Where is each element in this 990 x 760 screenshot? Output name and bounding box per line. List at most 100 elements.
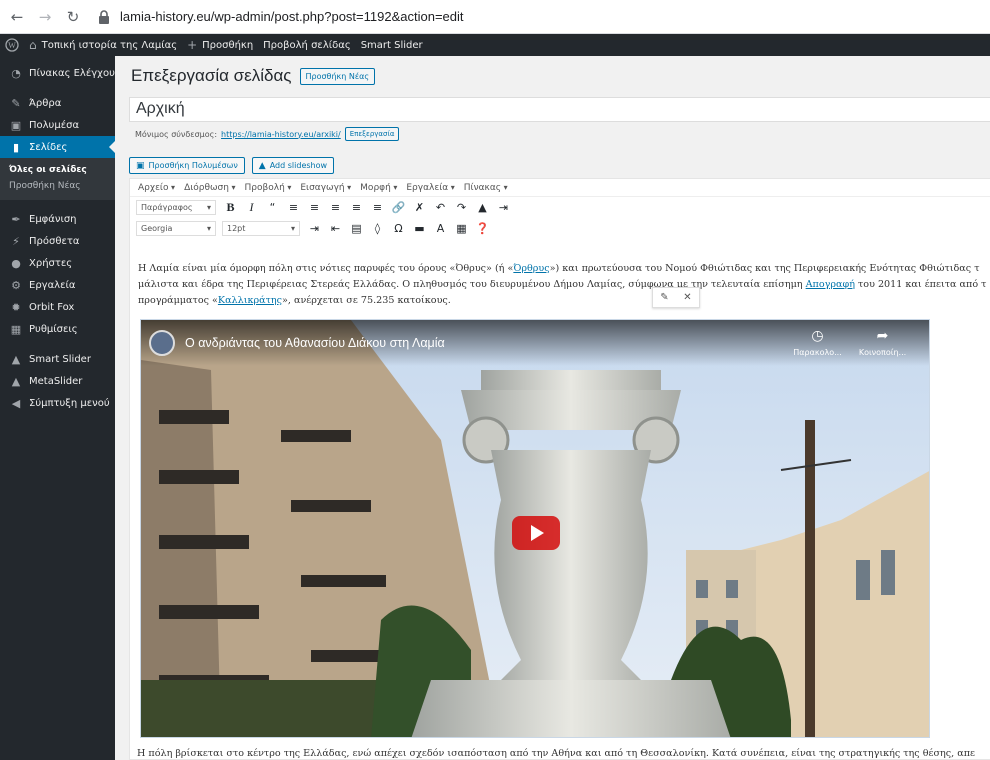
italic-button[interactable]: I	[243, 199, 260, 216]
special-character-icon[interactable]: Ω	[390, 220, 407, 237]
sidebar-item-dashboard[interactable]: ◔ Πίνακας Ελέγχου	[0, 62, 115, 84]
text-color-icon[interactable]: A	[432, 220, 449, 237]
help-icon[interactable]: ❓	[474, 220, 491, 237]
editor-content[interactable]: Η Λαμία είναι μία όμορφη πόλη στις νότιε…	[138, 261, 990, 309]
sidebar-item-users[interactable]: ● Χρήστες	[0, 252, 115, 274]
back-arrow-icon[interactable]: ←	[6, 6, 28, 28]
sidebar-item-media[interactable]: ▣ Πολυμέσα	[0, 114, 115, 136]
sidebar-item-label: Εμφάνιση	[29, 213, 77, 225]
paste-text-icon[interactable]: ▤	[348, 220, 365, 237]
insert-more-icon[interactable]: ⇥	[495, 199, 512, 216]
address-bar[interactable]: lamia-history.eu/wp-admin/post.php?post=…	[98, 4, 464, 30]
permalink-link[interactable]: https://lamia-history.eu/arxiki/	[221, 130, 341, 139]
menu-edit[interactable]: Διόρθωση	[184, 183, 235, 193]
link-kallikratis[interactable]: Καλλικράτης	[218, 295, 282, 306]
add-slideshow-button[interactable]: ▲ Add slideshow	[251, 157, 335, 174]
education-icon[interactable]: ▲	[474, 199, 491, 216]
fox-icon: ✹	[11, 300, 21, 314]
sidebar-item-smart-slider[interactable]: ▲ Smart Slider	[0, 348, 115, 370]
wp-logo-icon[interactable]: W	[0, 34, 24, 56]
page-title: Επεξεργασία σελίδας	[131, 66, 292, 85]
link-orthrys[interactable]: Όρθρυς	[513, 263, 549, 274]
chevron-down-icon: ▾	[290, 224, 295, 233]
add-media-label: Προσθήκη Πολυμέσων	[148, 161, 238, 170]
sidebar-item-plugins[interactable]: ⚡ Πρόσθετα	[0, 230, 115, 252]
site-name-link[interactable]: ⌂ Τοπική ιστορία της Λαμίας	[24, 34, 182, 56]
font-family-value: Georgia	[141, 224, 173, 233]
blockquote-icon[interactable]: “	[264, 199, 281, 216]
play-button[interactable]	[512, 516, 560, 550]
view-page-link[interactable]: Προβολή σελίδας	[258, 34, 356, 56]
align-left-icon[interactable]: ≡	[327, 199, 344, 216]
text-span: », ανέρχεται σε 75.235 κατοίκους.	[282, 295, 451, 306]
sidebar-item-label: Χρήστες	[29, 257, 73, 269]
add-media-button[interactable]: ▣ Προσθήκη Πολυμέσων	[129, 157, 245, 174]
sidebar-item-label: Εργαλεία	[29, 279, 76, 291]
watch-later-button[interactable]: ◷ Παρακολο...	[790, 328, 845, 357]
post-title-input[interactable]: Αρχική	[129, 97, 990, 122]
reload-icon[interactable]: ↻	[62, 6, 84, 28]
unlink-icon[interactable]: ✗	[411, 199, 428, 216]
outdent-icon[interactable]: ⇤	[327, 220, 344, 237]
submenu-all-pages[interactable]: Όλες οι σελίδες	[0, 162, 115, 178]
smart-slider-link[interactable]: Smart Slider	[356, 34, 428, 56]
menu-table[interactable]: Πίνακας	[464, 183, 508, 193]
embed-inline-toolbar: ✎ ✕	[652, 287, 700, 308]
channel-logo[interactable]	[149, 330, 175, 356]
sidebar-item-posts[interactable]: ✎ Άρθρα	[0, 92, 115, 114]
new-content-link[interactable]: + Προσθήκη	[182, 34, 258, 56]
format-select-value: Παράγραφος	[141, 203, 193, 212]
sidebar-collapse-menu[interactable]: ◀ Σύμπτυξη μενού	[0, 392, 115, 414]
indent-icon[interactable]: ⇥	[306, 220, 323, 237]
link-icon[interactable]: 🔗	[390, 199, 407, 216]
horizontal-line-icon[interactable]: ▬	[411, 220, 428, 237]
forward-arrow-icon[interactable]: →	[34, 6, 56, 28]
submenu-add-new[interactable]: Προσθήκη Νέας	[0, 178, 115, 194]
share-button[interactable]: ➦ Κοινοποίη...	[855, 328, 910, 357]
clear-formatting-icon[interactable]: ◊	[369, 220, 386, 237]
menu-insert[interactable]: Εισαγωγή	[300, 183, 351, 193]
font-family-select[interactable]: Georgia ▾	[136, 221, 216, 236]
chevron-down-icon: ▾	[206, 224, 211, 233]
text-span: του 2011 και έπειτα από τ	[854, 279, 987, 290]
align-right-icon[interactable]: ≡	[369, 199, 386, 216]
undo-icon[interactable]: ↶	[432, 199, 449, 216]
media-buttons: ▣ Προσθήκη Πολυμέσων ▲ Add slideshow	[129, 157, 341, 174]
align-center-icon[interactable]: ≡	[348, 199, 365, 216]
sidebar-item-pages[interactable]: ▮ Σελίδες	[0, 136, 115, 158]
sidebar-item-appearance[interactable]: ✒ Εμφάνιση	[0, 208, 115, 230]
sidebar-item-label: Σύμπτυξη μενού	[29, 397, 110, 409]
format-select[interactable]: Παράγραφος ▾	[136, 200, 216, 215]
video-title[interactable]: Ο ανδριάντας του Αθανασίου Διάκου στη Λα…	[185, 336, 445, 350]
menu-view[interactable]: Προβολή	[245, 183, 292, 193]
bold-button[interactable]: B	[222, 199, 239, 216]
table-icon[interactable]: ▦	[453, 220, 470, 237]
share-label: Κοινοποίη...	[858, 348, 907, 357]
sidebar-item-tools[interactable]: ⚙ Εργαλεία	[0, 274, 115, 296]
link-census[interactable]: Απογραφή	[806, 279, 855, 290]
sidebar-item-label: Άρθρα	[29, 97, 62, 109]
close-icon[interactable]: ✕	[683, 292, 691, 303]
wrench-icon: ⚙	[11, 278, 21, 292]
page-header: Επεξεργασία σελίδας Προσθήκη Νέας	[131, 66, 376, 86]
sidebar-item-label: Σελίδες	[29, 141, 68, 153]
redo-icon[interactable]: ↷	[453, 199, 470, 216]
pages-icon: ▮	[12, 140, 20, 154]
menu-tools[interactable]: Εργαλεία	[406, 183, 454, 193]
sidebar-item-label: Smart Slider	[29, 353, 91, 365]
bullet-list-icon[interactable]: ≡	[285, 199, 302, 216]
sidebar-item-metaslider[interactable]: ▲ MetaSlider	[0, 370, 115, 392]
pencil-icon[interactable]: ✎	[660, 292, 668, 303]
new-content-label: Προσθήκη	[202, 39, 254, 51]
youtube-embed[interactable]: Ο ανδριάντας του Αθανασίου Διάκου στη Λα…	[140, 319, 930, 738]
edit-permalink-button[interactable]: Επεξεργασία	[344, 127, 400, 141]
menu-format[interactable]: Μορφή	[360, 183, 397, 193]
numbered-list-icon[interactable]: ≡	[306, 199, 323, 216]
sidebar-item-settings[interactable]: ▦ Ρυθμίσεις	[0, 318, 115, 340]
text-span: μάλιστα και έδρα της Περιφέρειας Στερεάς…	[138, 279, 806, 290]
add-new-page-button[interactable]: Προσθήκη Νέας	[299, 67, 376, 85]
menu-file[interactable]: Αρχείο	[138, 183, 175, 193]
text-span: προγράμματος «	[138, 295, 218, 306]
font-size-select[interactable]: 12pt ▾	[222, 221, 300, 236]
sidebar-item-orbit-fox[interactable]: ✹ Orbit Fox	[0, 296, 115, 318]
